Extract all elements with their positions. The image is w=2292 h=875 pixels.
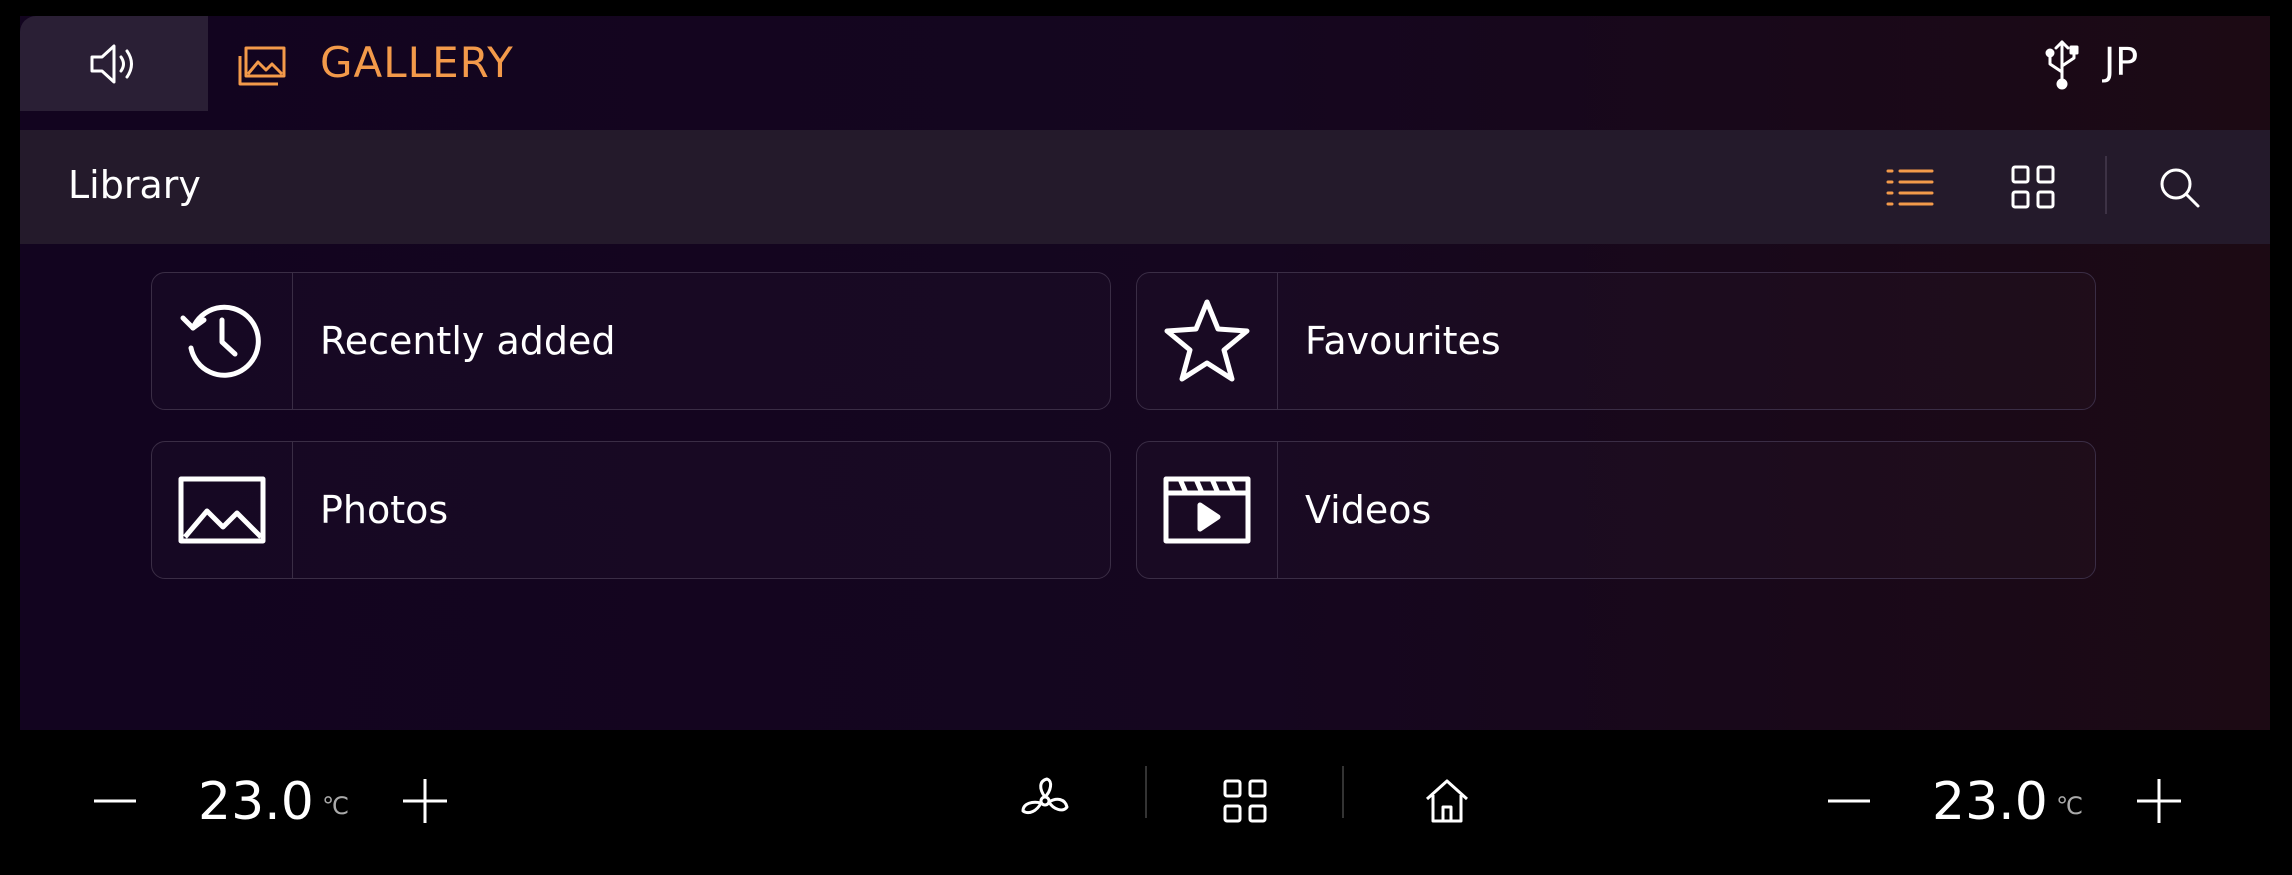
grid-view-button[interactable] xyxy=(1998,152,2068,222)
language-indicator[interactable]: JP xyxy=(2104,40,2138,84)
apps-grid-icon xyxy=(1223,779,1267,823)
right-temp-decrease-button[interactable] xyxy=(1814,766,1884,836)
main-screen: GALLERY JP Library Recently added Favour… xyxy=(20,16,2270,730)
tile-icon-container xyxy=(152,442,293,578)
tile-icon-container xyxy=(1137,273,1278,409)
list-view-button[interactable] xyxy=(1875,152,1945,222)
home-button[interactable] xyxy=(1412,766,1482,836)
right-temperature: 23.0 xyxy=(1932,772,2048,832)
left-temperature: 23.0 xyxy=(198,772,314,832)
tile-favourites[interactable]: Favourites xyxy=(1136,272,2096,410)
usb-icon xyxy=(2045,40,2079,90)
library-bar: Library xyxy=(20,130,2270,244)
plus-icon xyxy=(2137,779,2181,823)
library-title: Library xyxy=(68,163,201,207)
search-button[interactable] xyxy=(2144,152,2214,222)
bottom-divider xyxy=(1145,766,1147,818)
left-temperature-unit: ℃ xyxy=(322,792,349,820)
fan-button[interactable] xyxy=(1010,766,1080,836)
speaker-icon xyxy=(90,44,133,83)
bottom-divider xyxy=(1342,766,1344,818)
tile-photos[interactable]: Photos xyxy=(151,441,1111,579)
search-icon xyxy=(2160,168,2200,208)
tile-label: Videos xyxy=(1305,488,1432,532)
left-temp-decrease-button[interactable] xyxy=(80,766,150,836)
home-icon xyxy=(1425,779,1469,823)
tile-label: Favourites xyxy=(1305,319,1501,363)
gallery-icon xyxy=(238,46,286,86)
list-icon xyxy=(1886,169,1934,206)
history-clock-icon xyxy=(180,304,261,378)
tile-icon-container xyxy=(1137,442,1278,578)
tile-label: Recently added xyxy=(320,319,616,363)
tile-label: Photos xyxy=(320,488,449,532)
climate-bar: 23.0 ℃ 23.0 ℃ xyxy=(0,730,2292,875)
left-temp-increase-button[interactable] xyxy=(390,766,460,836)
grid-icon xyxy=(2011,165,2055,209)
tile-icon-container xyxy=(152,273,293,409)
toolbar-divider xyxy=(2105,156,2107,214)
top-bar: GALLERY JP xyxy=(20,16,2270,130)
app-title: GALLERY xyxy=(320,38,514,87)
tile-recently-added[interactable]: Recently added xyxy=(151,272,1111,410)
star-icon xyxy=(1164,299,1250,382)
fan-icon xyxy=(1021,777,1069,815)
plus-icon xyxy=(403,779,447,823)
right-temp-increase-button[interactable] xyxy=(2124,766,2194,836)
apps-button[interactable] xyxy=(1210,766,1280,836)
right-temperature-unit: ℃ xyxy=(2056,792,2083,820)
minus-icon xyxy=(94,799,136,803)
video-clapper-icon xyxy=(1163,476,1251,544)
tile-videos[interactable]: Videos xyxy=(1136,441,2096,579)
sound-button[interactable] xyxy=(20,16,208,111)
photo-icon xyxy=(178,476,266,544)
minus-icon xyxy=(1828,799,1870,803)
